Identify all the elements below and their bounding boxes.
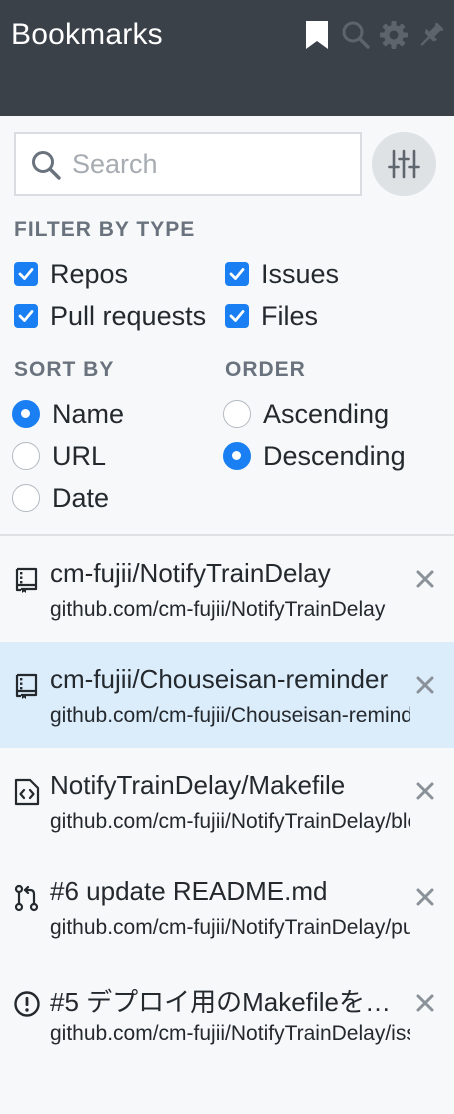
search-icon[interactable]: [341, 20, 371, 50]
filter-settings-button[interactable]: [372, 132, 436, 196]
radio-unselected-icon[interactable]: [12, 442, 40, 470]
filter-pull-requests-label: Pull requests: [50, 300, 207, 331]
header-bar: Bookmarks: [0, 0, 454, 116]
bookmark-url: github.com/cm-fujii/NotifyTrainDelay/blo…: [50, 810, 410, 833]
sort-date-label: Date: [52, 482, 110, 513]
bookmark-title[interactable]: cm-fujii/NotifyTrainDelay: [50, 558, 400, 589]
order-ascending-radio[interactable]: Ascending: [223, 397, 389, 431]
bookmark-url: github.com/cm-fujii/NotifyTrainDelay/iss…: [50, 1022, 410, 1045]
radio-selected-icon[interactable]: [12, 400, 40, 428]
repo-icon: [13, 672, 41, 700]
bookmark-url: github.com/cm-fujii/Chouseisan-reminder: [50, 704, 410, 727]
checkbox-checked-icon[interactable]: [14, 304, 38, 328]
bookmark-url: github.com/cm-fujii/NotifyTrainDelay/pul…: [50, 916, 410, 939]
radio-unselected-icon[interactable]: [223, 400, 251, 428]
bookmark-title[interactable]: #6 update README.md: [50, 876, 400, 907]
filter-issues-checkbox[interactable]: Issues: [225, 257, 339, 291]
pull-request-icon: [13, 884, 41, 912]
search-input[interactable]: [72, 144, 352, 184]
order-descending-label: Descending: [263, 440, 406, 471]
repo-icon: [13, 566, 41, 594]
close-icon[interactable]: [412, 672, 438, 698]
sort-url-radio[interactable]: URL: [12, 439, 106, 473]
sort-url-label: URL: [52, 440, 107, 471]
checkbox-checked-icon[interactable]: [14, 262, 38, 286]
file-code-icon: [13, 778, 41, 806]
issue-icon: [13, 990, 41, 1018]
bookmark-title[interactable]: #5 デプロイ用のMakefileを作成する: [50, 982, 400, 1019]
close-icon[interactable]: [412, 884, 438, 910]
filter-repos-checkbox[interactable]: Repos: [14, 257, 128, 291]
filter-files-label: Files: [261, 300, 319, 331]
sort-date-radio[interactable]: Date: [12, 481, 109, 515]
order-descending-radio[interactable]: Descending: [223, 439, 406, 473]
page-title: Bookmarks: [11, 18, 163, 51]
sliders-icon: [388, 149, 420, 179]
filter-issues-label: Issues: [261, 258, 340, 289]
filter-repos-label: Repos: [50, 258, 129, 289]
gear-icon[interactable]: [379, 20, 409, 50]
radio-selected-icon[interactable]: [223, 442, 251, 470]
order-ascending-label: Ascending: [263, 398, 390, 429]
close-icon[interactable]: [412, 566, 438, 592]
sort-name-radio[interactable]: Name: [12, 397, 124, 431]
checkbox-checked-icon[interactable]: [225, 304, 249, 328]
filter-pull-requests-checkbox[interactable]: Pull requests: [14, 299, 206, 333]
bookmark-icon[interactable]: [302, 20, 332, 50]
filter-by-type-label: FILTER BY TYPE: [14, 218, 196, 241]
sort-by-label: SORT BY: [14, 358, 115, 381]
pin-icon[interactable]: [416, 20, 446, 50]
order-label: ORDER: [225, 358, 306, 381]
bookmark-title[interactable]: cm-fujii/Chouseisan-reminder: [50, 664, 400, 695]
filter-files-checkbox[interactable]: Files: [225, 299, 318, 333]
sort-name-label: Name: [52, 398, 125, 429]
bookmark-title[interactable]: NotifyTrainDelay/Makefile: [50, 770, 400, 801]
radio-unselected-icon[interactable]: [12, 484, 40, 512]
bookmark-url: github.com/cm-fujii/NotifyTrainDelay: [50, 598, 386, 621]
search-field[interactable]: [14, 132, 362, 196]
bookmark-item[interactable]: cm-fujii/NotifyTrainDelay github.com/cm-…: [0, 536, 454, 642]
bookmark-item[interactable]: NotifyTrainDelay/Makefile github.com/cm-…: [0, 748, 454, 854]
bookmark-item[interactable]: cm-fujii/Chouseisan-reminder github.com/…: [0, 642, 454, 748]
close-icon[interactable]: [412, 990, 438, 1016]
close-icon[interactable]: [412, 778, 438, 804]
checkbox-checked-icon[interactable]: [225, 262, 249, 286]
bookmark-item[interactable]: #5 デプロイ用のMakefileを作成する github.com/cm-fuj…: [0, 960, 454, 1066]
search-icon: [30, 149, 62, 181]
bookmark-item[interactable]: #6 update README.md github.com/cm-fujii/…: [0, 854, 454, 960]
